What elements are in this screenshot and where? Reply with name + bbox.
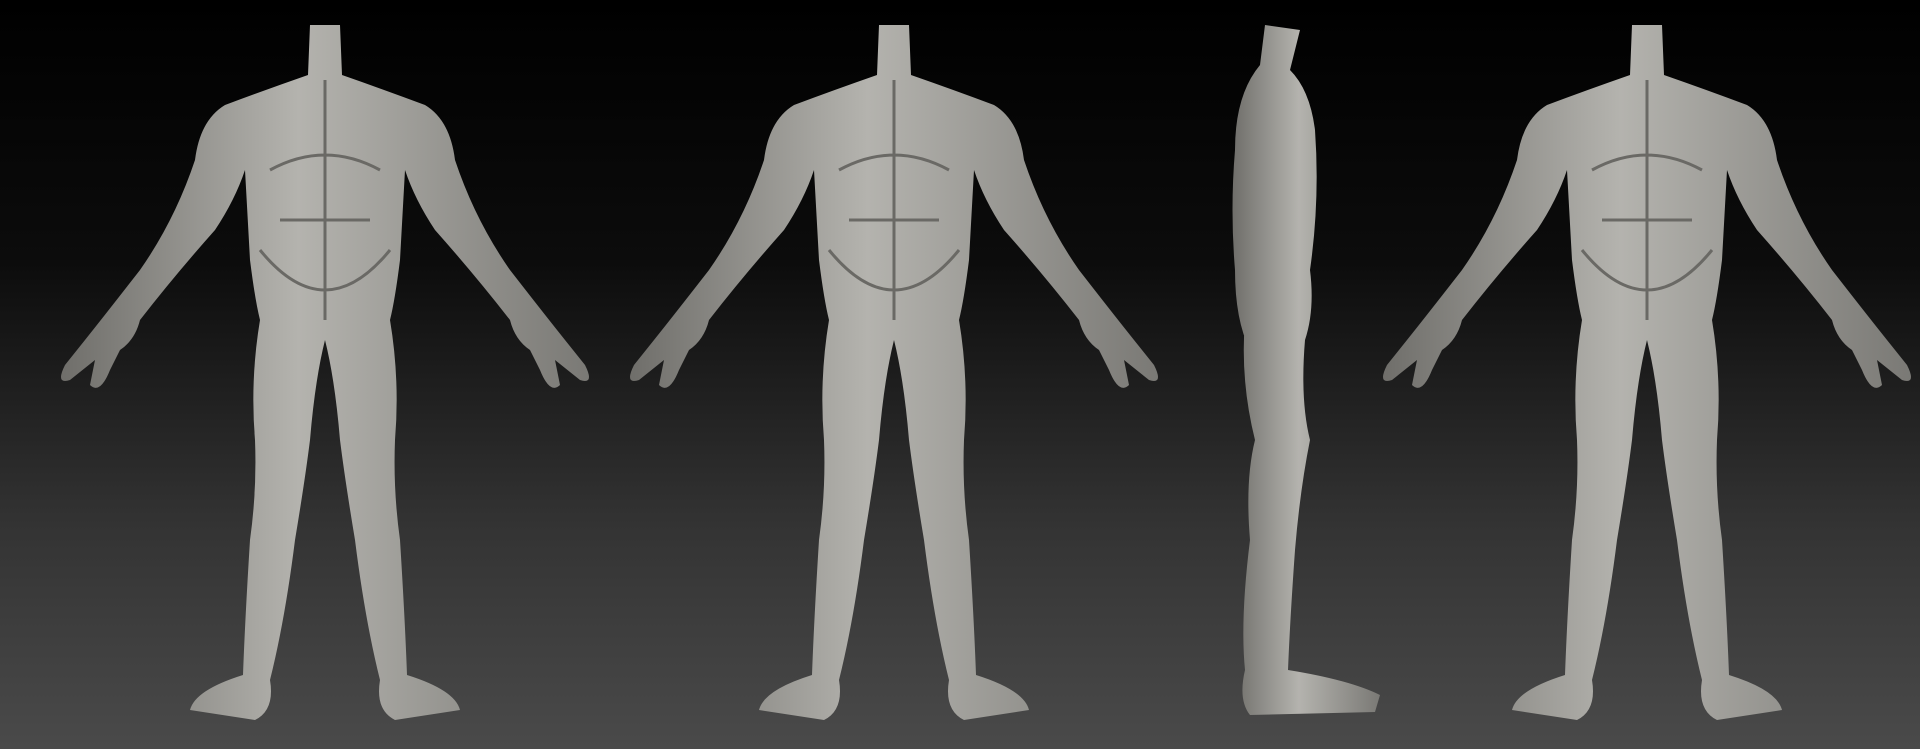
sculpt-figure-front — [59, 23, 591, 720]
render-viewport — [0, 0, 1920, 749]
sculpt-figure-three-quarter — [1381, 23, 1913, 720]
